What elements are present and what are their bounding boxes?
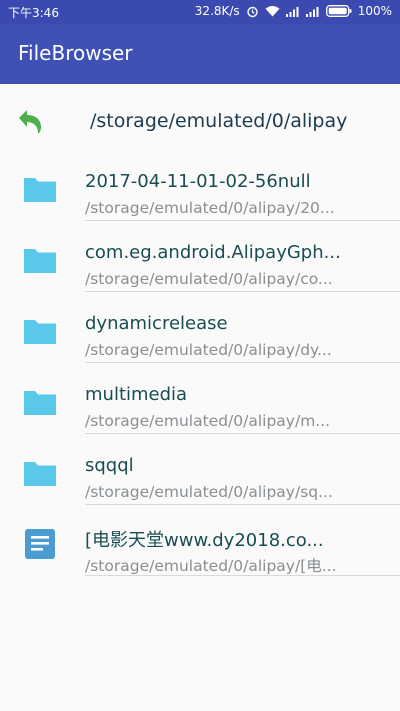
file-path: /storage/emulated/0/alipay/sq... [85, 483, 333, 501]
list-item[interactable]: com.eg.android.AlipayGph... /storage/emul… [0, 221, 400, 292]
battery-icon [325, 5, 352, 17]
list-item[interactable]: multimedia/storage/emulated/0/alipay/m..… [0, 363, 400, 434]
file-list: 2017-04-11-01-02-56null/storage/emulated… [0, 150, 400, 576]
divider [85, 575, 400, 576]
network-speed: 32.8K/s [194, 4, 240, 18]
back-arrow-icon[interactable] [14, 106, 46, 138]
list-item[interactable]: sqqql/storage/emulated/0/alipay/sq... [0, 434, 400, 505]
folder-icon [22, 315, 58, 347]
status-time: 下午3:46 [8, 6, 59, 20]
signal-icon [305, 6, 320, 17]
file-name: 2017-04-11-01-02-56null [85, 171, 311, 192]
alarm-icon [246, 5, 259, 18]
list-item[interactable]: 2017-04-11-01-02-56null/storage/emulated… [0, 150, 400, 221]
folder-icon [22, 457, 58, 489]
path-bar: /storage/emulated/0/alipay [0, 92, 400, 150]
app-title: FileBrowser [18, 41, 133, 65]
list-item[interactable]: dynamicrelease/storage/emulated/0/alipay… [0, 292, 400, 363]
file-name: sqqql [85, 455, 134, 476]
file-path: /storage/emulated/0/alipay/m... [85, 412, 331, 430]
folder-icon [22, 386, 58, 418]
file-path: /storage/emulated/0/alipay/dy... [85, 341, 332, 359]
folder-icon [22, 244, 58, 276]
file-name: com.eg.android.AlipayGph... [85, 242, 341, 263]
list-item[interactable]: [电影天堂www.dy2018.co... /storage/emulated/0… [0, 505, 400, 576]
file-path: /storage/emulated/0/alipay/co... [85, 270, 333, 288]
file-path: /storage/emulated/0/alipay/20... [85, 199, 335, 217]
file-path: /storage/emulated/0/alipay/[电... [85, 557, 337, 575]
app-bar: FileBrowser [0, 24, 400, 84]
battery-level: 100% [357, 4, 392, 18]
status-bar: 下午3:46 32.8K/s 100% [0, 0, 400, 24]
document-icon [22, 528, 58, 560]
file-name: multimedia [85, 384, 188, 405]
current-path: /storage/emulated/0/alipay [90, 110, 348, 132]
signal-icon [285, 6, 300, 17]
file-name: dynamicrelease [85, 313, 228, 334]
wifi-icon [265, 5, 280, 17]
status-right: 32.8K/s 100% [195, 4, 392, 18]
file-name: [电影天堂www.dy2018.co... [85, 530, 324, 551]
folder-icon [22, 173, 58, 205]
